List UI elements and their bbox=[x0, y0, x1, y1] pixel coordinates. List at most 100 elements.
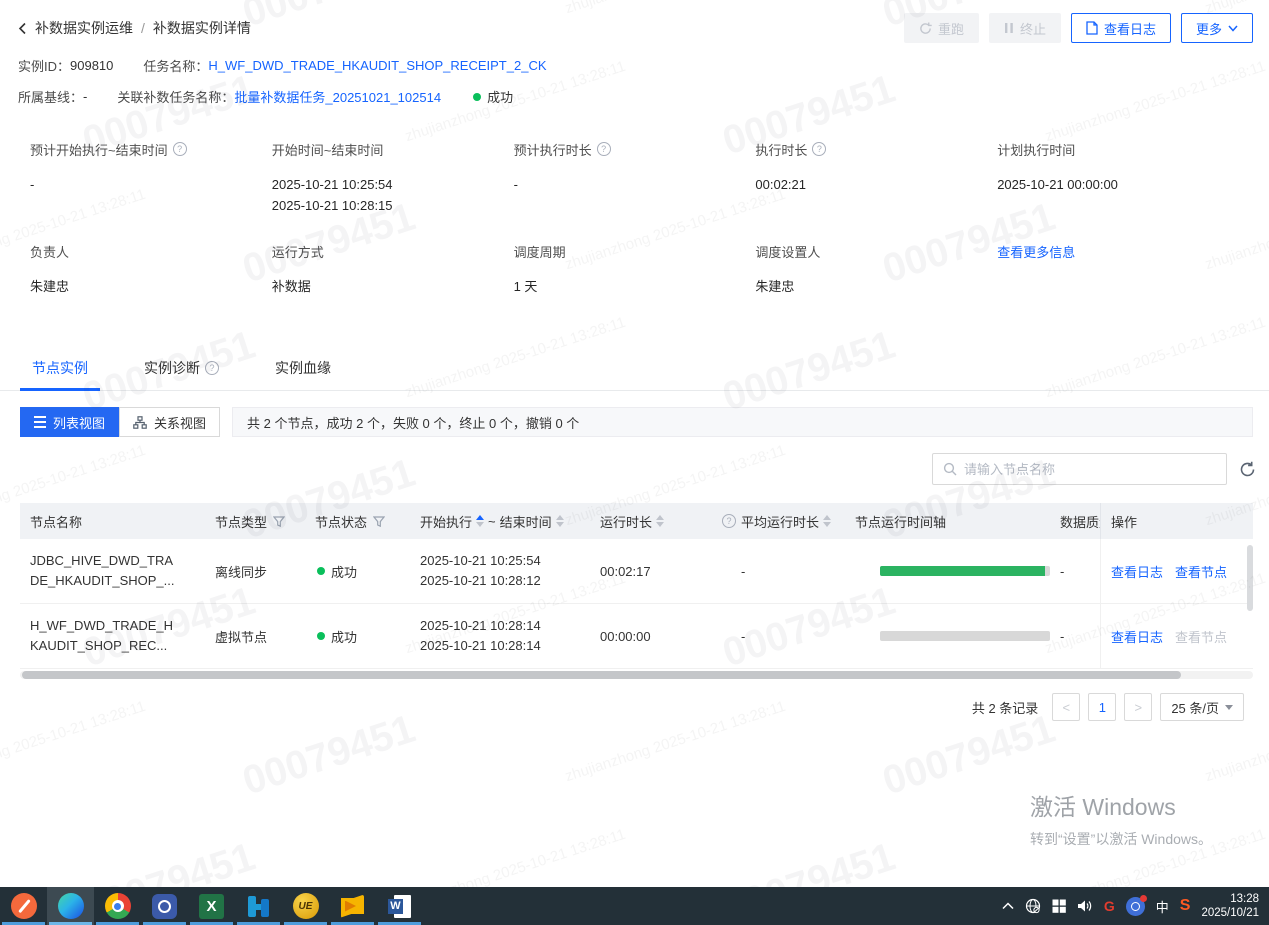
tray-volume-icon[interactable] bbox=[1077, 887, 1093, 925]
rerun-icon bbox=[919, 22, 932, 35]
taskbar-app-excel[interactable]: X bbox=[188, 887, 235, 925]
taskbar-app-foxmail[interactable] bbox=[329, 887, 376, 925]
node-status: 成功 bbox=[315, 627, 420, 646]
word-icon: W bbox=[387, 894, 412, 919]
back-chevron-icon[interactable] bbox=[18, 22, 27, 35]
messenger-icon bbox=[152, 894, 177, 919]
activate-windows-watermark: 激活 Windows 转到“设置”以激活 Windows。 bbox=[1030, 788, 1212, 849]
status-badge: 成功 bbox=[471, 87, 513, 106]
view-more-info-link[interactable]: 查看更多信息 bbox=[997, 242, 1075, 261]
sort-icon[interactable] bbox=[656, 515, 664, 527]
edge-icon bbox=[58, 893, 84, 919]
sort-icon[interactable] bbox=[476, 515, 484, 527]
node-name: H_WF_DWD_TRADE_HKAUDIT_SHOP_REC... bbox=[20, 616, 215, 656]
document-icon bbox=[1086, 21, 1098, 35]
more-button[interactable]: 更多 bbox=[1181, 13, 1253, 43]
chevron-down-icon bbox=[1228, 25, 1238, 32]
taskbar-app-edge[interactable] bbox=[47, 887, 94, 925]
view-log-link[interactable]: 查看日志 bbox=[1111, 562, 1163, 581]
node-search-input[interactable] bbox=[964, 462, 1216, 477]
watermark-text: zhujianzhong 2025-10-21 13:28:11 bbox=[403, 826, 628, 887]
success-dot-icon bbox=[317, 632, 325, 640]
sort-icon[interactable] bbox=[556, 515, 564, 527]
node-timeline bbox=[855, 566, 1060, 576]
page-size-select[interactable]: 25 条/页 bbox=[1160, 693, 1244, 721]
taskbar-app-word[interactable]: W bbox=[376, 887, 423, 925]
relation-view-button[interactable]: 关系视图 bbox=[119, 407, 220, 437]
node-times: 2025-10-21 10:25:542025-10-21 10:28:12 bbox=[420, 551, 600, 591]
breadcrumb-item-current: 补数据实例详情 bbox=[153, 18, 251, 38]
view-log-button[interactable]: 查看日志 bbox=[1071, 13, 1171, 43]
help-icon[interactable]: ? bbox=[722, 514, 736, 528]
watermark-text: 00079451 bbox=[237, 707, 420, 805]
help-icon[interactable]: ? bbox=[812, 142, 826, 156]
taskbar-app-chrome[interactable] bbox=[94, 887, 141, 925]
list-view-button[interactable]: 列表视图 bbox=[20, 407, 119, 437]
tray-grid-icon[interactable] bbox=[1052, 887, 1066, 925]
prev-page-button[interactable]: < bbox=[1052, 693, 1080, 721]
breadcrumb-item-root[interactable]: 补数据实例运维 bbox=[35, 18, 133, 38]
taskbar-app-ultraedit[interactable]: UE bbox=[282, 887, 329, 925]
excel-icon: X bbox=[199, 894, 224, 919]
help-icon[interactable]: ? bbox=[173, 142, 187, 156]
node-type: 虚拟节点 bbox=[215, 627, 315, 646]
info-field-run-mode: 运行方式 补数据 bbox=[272, 242, 514, 318]
tab-node-instances[interactable]: 节点实例 bbox=[20, 358, 100, 390]
view-log-link[interactable]: 查看日志 bbox=[1111, 627, 1163, 646]
filter-icon[interactable] bbox=[273, 516, 285, 527]
node-quality: - bbox=[1060, 629, 1100, 644]
rerun-button[interactable]: 重跑 bbox=[904, 13, 979, 43]
refresh-icon[interactable] bbox=[1239, 461, 1256, 478]
tab-instance-lineage[interactable]: 实例血缘 bbox=[263, 358, 343, 390]
table-header: 节点名称 节点类型 节点状态 开始执行 ~ 结束时间 运行时长 ? 平均运行时长… bbox=[20, 503, 1253, 539]
help-icon[interactable]: ? bbox=[205, 361, 219, 375]
info-field-plan-time: 计划执行时间 2025-10-21 00:00:00 bbox=[997, 140, 1239, 216]
taskbar-app-editor[interactable] bbox=[0, 887, 47, 925]
next-page-button[interactable]: > bbox=[1124, 693, 1152, 721]
success-dot-icon bbox=[473, 93, 481, 101]
info-field-more: 查看更多信息 bbox=[997, 242, 1239, 318]
success-dot-icon bbox=[317, 567, 325, 575]
task-name-link[interactable]: H_WF_DWD_TRADE_HKAUDIT_SHOP_RECEIPT_2_CK bbox=[208, 58, 546, 73]
node-search-box bbox=[932, 453, 1227, 485]
node-duration: 00:00:00 bbox=[600, 629, 722, 644]
watermark-text: 00079451 bbox=[77, 835, 260, 887]
breadcrumb-separator: / bbox=[141, 20, 145, 36]
view-node-link[interactable]: 查看节点 bbox=[1175, 627, 1227, 646]
vertical-scrollbar[interactable] bbox=[1247, 545, 1253, 611]
tab-instance-diagnosis[interactable]: 实例诊断? bbox=[132, 358, 231, 390]
node-instance-table: 节点名称 节点类型 节点状态 开始执行 ~ 结束时间 运行时长 ? 平均运行时长… bbox=[20, 503, 1253, 679]
node-times: 2025-10-21 10:28:142025-10-21 10:28:14 bbox=[420, 616, 600, 656]
tray-sogou-icon[interactable]: S bbox=[1180, 887, 1191, 925]
terminate-button[interactable]: 终止 bbox=[989, 13, 1061, 43]
node-avg-duration: - bbox=[722, 564, 855, 579]
chrome-icon bbox=[105, 893, 131, 919]
node-avg-duration: - bbox=[722, 629, 855, 644]
baseline: 所属基线： - bbox=[18, 87, 87, 106]
sort-icon[interactable] bbox=[823, 515, 831, 527]
related-task-link[interactable]: 批量补数据任务_20251021_102514 bbox=[234, 87, 441, 106]
tray-network-icon[interactable] bbox=[1025, 887, 1041, 925]
taskbar-app-hbuilder[interactable] bbox=[235, 887, 282, 925]
tray-g-app-icon[interactable]: G bbox=[1104, 887, 1115, 925]
search-icon bbox=[943, 462, 957, 476]
tray-notification-app-icon[interactable] bbox=[1126, 887, 1145, 925]
editor-icon bbox=[11, 893, 37, 919]
help-icon[interactable]: ? bbox=[597, 142, 611, 156]
taskbar-app-messenger[interactable] bbox=[141, 887, 188, 925]
clock-date: 2025/10/21 bbox=[1201, 906, 1259, 920]
filter-icon[interactable] bbox=[373, 516, 385, 527]
node-name: JDBC_HIVE_DWD_TRADE_HKAUDIT_SHOP_... bbox=[20, 551, 215, 591]
watermark-text: 00079451 bbox=[717, 835, 900, 887]
node-summary-bar: 共 2 个节点，成功 2 个，失败 0 个，终止 0 个，撤销 0 个 bbox=[232, 407, 1253, 437]
taskbar-clock[interactable]: 13:28 2025/10/21 bbox=[1201, 892, 1259, 920]
instance-id: 实例ID： 909810 bbox=[18, 56, 113, 75]
info-field-expected-range: 预计开始执行~结束时间? - bbox=[30, 140, 272, 216]
tray-chevron-up-icon[interactable] bbox=[1002, 887, 1014, 925]
page-number-button[interactable]: 1 bbox=[1088, 693, 1116, 721]
horizontal-scrollbar[interactable] bbox=[20, 671, 1253, 679]
tray-ime-indicator[interactable]: 中 bbox=[1156, 887, 1169, 925]
breadcrumb: 补数据实例运维 / 补数据实例详情 bbox=[18, 18, 251, 38]
hbuilder-icon bbox=[246, 894, 271, 919]
view-node-link[interactable]: 查看节点 bbox=[1175, 562, 1227, 581]
